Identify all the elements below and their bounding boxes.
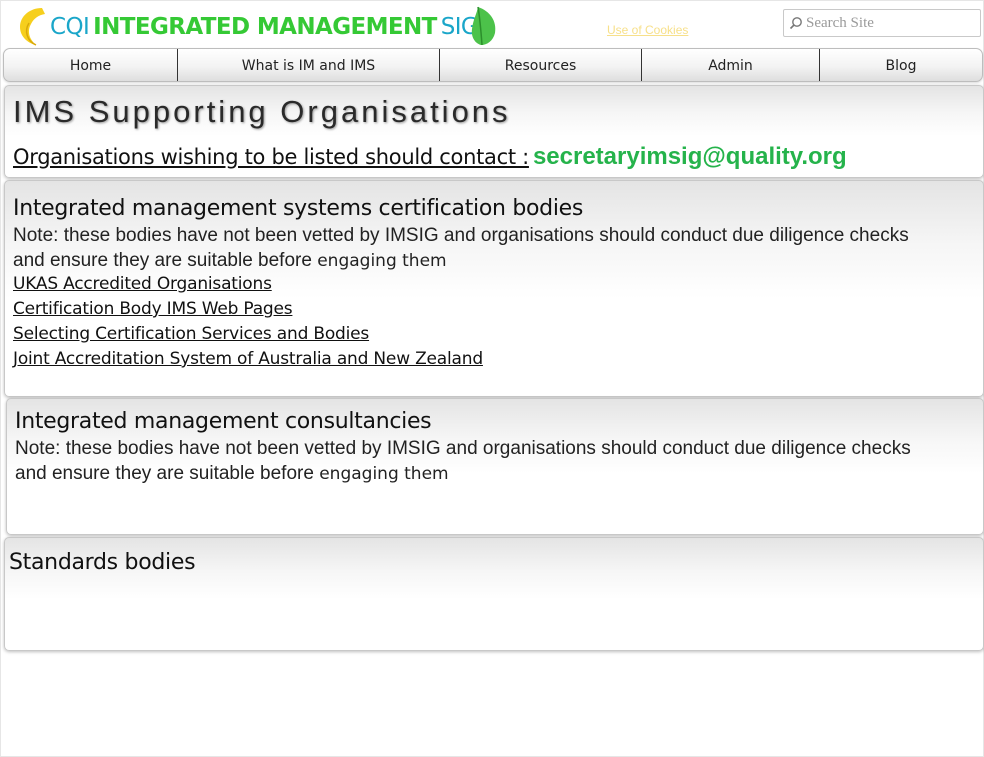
section-heading: Integrated management systems certificat… (13, 196, 584, 221)
link-selecting-certification-services[interactable]: Selecting Certification Services and Bod… (13, 324, 369, 344)
use-of-cookies-link[interactable]: Use of Cookies (607, 23, 688, 37)
logo-main-title: INTEGRATED MANAGEMENT (93, 14, 437, 40)
site-logo[interactable]: CQI INTEGRATED MANAGEMENT SIG (16, 5, 500, 47)
consultancies-panel: Integrated management consultancies Note… (6, 398, 984, 535)
standards-bodies-panel: Standards bodies (4, 537, 984, 651)
nav-item-resources[interactable]: Resources (440, 49, 642, 81)
note-text: Note: these bodies have not been vetted … (15, 438, 911, 484)
certification-bodies-panel: Integrated management systems certificat… (4, 180, 984, 397)
section-heading: Standards bodies (9, 550, 196, 575)
section-note: Note: these bodies have not been vetted … (13, 223, 913, 274)
link-ukas-accredited-organisations[interactable]: UKAS Accredited Organisations (13, 274, 272, 294)
nav-item-admin[interactable]: Admin (642, 49, 820, 81)
section-note: Note: these bodies have not been vetted … (15, 436, 915, 487)
note-text-tail: engaging them (317, 251, 447, 271)
logo-text: CQI INTEGRATED MANAGEMENT SIG (50, 14, 479, 40)
contact-line: Organisations wishing to be listed shoul… (13, 143, 847, 171)
search-input[interactable] (806, 14, 976, 32)
nav-item-blog[interactable]: Blog (820, 49, 982, 81)
section-heading: Integrated management consultancies (15, 409, 432, 434)
list-item: Certification Body IMS Web Pages (13, 297, 483, 322)
list-item: Joint Accreditation System of Australia … (13, 347, 483, 372)
intro-panel: IMS Supporting Organisations Organisatio… (4, 85, 984, 178)
link-certification-body-ims-web-pages[interactable]: Certification Body IMS Web Pages (13, 299, 293, 319)
link-jas-anz[interactable]: Joint Accreditation System of Australia … (13, 349, 483, 369)
list-item: Selecting Certification Services and Bod… (13, 322, 483, 347)
contact-label: Organisations wishing to be listed shoul… (13, 145, 529, 169)
link-list: UKAS Accredited Organisations Certificat… (13, 272, 483, 372)
nav-item-home[interactable]: Home (4, 49, 178, 81)
search-icon (789, 17, 802, 30)
page-title: IMS Supporting Organisations (13, 94, 511, 129)
contact-email-link[interactable]: secretaryimsig@quality.org (533, 143, 847, 170)
search-box[interactable] (783, 9, 981, 37)
green-leaf-icon (471, 6, 496, 46)
logo-cqi: CQI (50, 14, 90, 40)
nav-item-what-is-im-and-ims[interactable]: What is IM and IMS (178, 49, 440, 81)
list-item: UKAS Accredited Organisations (13, 272, 483, 297)
site-header: CQI INTEGRATED MANAGEMENT SIG Use of Cooki… (0, 0, 984, 48)
note-text-tail: engaging them (319, 464, 449, 484)
note-text: Note: these bodies have not been vetted … (13, 225, 909, 271)
yellow-leaf-icon (20, 8, 45, 46)
main-nav: Home What is IM and IMS Resources Admin … (3, 48, 983, 82)
